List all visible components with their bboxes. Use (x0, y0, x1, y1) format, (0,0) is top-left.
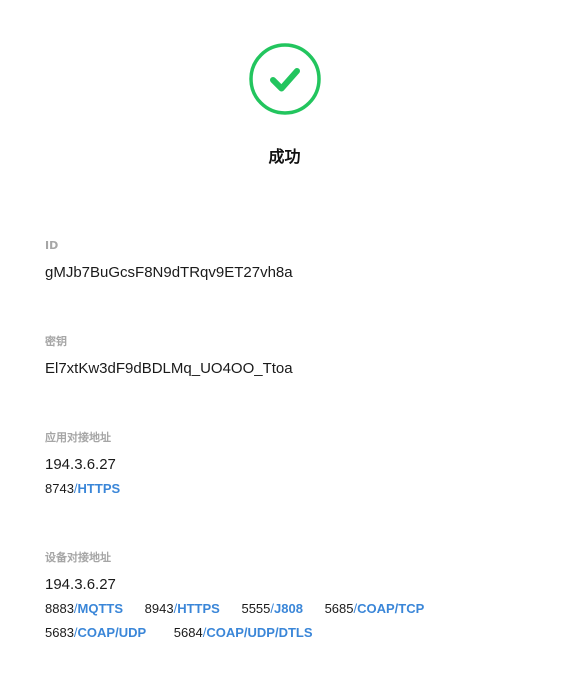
device-port-item: 8943/HTTPS (145, 599, 220, 619)
success-page: 成功 ID gMJb7BuGcsF8N9dTRqv9ET27vh8a 密钥 El… (0, 0, 569, 696)
device-port-item: 5683/COAP/UDP (45, 623, 146, 643)
app-address-label: 应用对接地址 (45, 431, 111, 444)
port-protocol: MQTTS (77, 601, 124, 616)
id-label: ID (45, 239, 59, 252)
app-port-line: 8743/HTTPS (45, 479, 120, 503)
port-number: 5683 (45, 625, 74, 640)
port-protocol: COAP/UDP (77, 625, 147, 640)
app-address-host: 194.3.6.27 (45, 456, 116, 473)
id-field: ID gMJb7BuGcsF8N9dTRqv9ET27vh8a (45, 238, 293, 283)
port-protocol: COAP/UDP/DTLS (206, 625, 313, 640)
device-port-line-2: 5683/COAP/UDP 5684/COAP/UDP/DTLS (45, 623, 424, 647)
check-circle-icon (249, 43, 321, 115)
device-port-item: 5684/COAP/UDP/DTLS (174, 623, 313, 643)
success-title: 成功 (268, 147, 301, 166)
port-protocol: HTTPS (77, 481, 121, 496)
id-value: gMJb7BuGcsF8N9dTRqv9ET27vh8a (45, 264, 293, 281)
device-address-field: 设备对接地址 194.3.6.27 8883/MQTTS 8943/HTTPS … (45, 550, 424, 647)
port-number: 5555 (241, 601, 271, 616)
device-port-item: 5685/COAP/TCP (325, 599, 425, 619)
port-number: 8943 (144, 601, 174, 616)
secret-label: 密钥 (45, 335, 67, 348)
device-address-host: 194.3.6.27 (45, 576, 116, 593)
device-port-list: 8883/MQTTS 8943/HTTPS 5555/J808 5685/COA… (45, 599, 424, 647)
port-protocol: HTTPS (177, 601, 220, 616)
app-address-field: 应用对接地址 194.3.6.27 8743/HTTPS (45, 430, 120, 503)
secret-value: El7xtKw3dF9dBDLMq_UO4OO_Ttoa (45, 360, 293, 377)
secret-field: 密钥 El7xtKw3dF9dBDLMq_UO4OO_Ttoa (45, 334, 293, 379)
port-number: 8883 (45, 601, 74, 616)
port-protocol: COAP/TCP (357, 601, 425, 616)
port-number: 5684 (173, 625, 203, 640)
device-address-label: 设备对接地址 (45, 551, 111, 564)
device-port-item: 5555/J808 (241, 599, 302, 619)
port-protocol: J808 (274, 601, 303, 616)
port-number: 5685 (324, 601, 354, 616)
device-port-line-1: 8883/MQTTS 8943/HTTPS 5555/J808 5685/COA… (45, 599, 424, 623)
port-number: 8743 (45, 481, 74, 496)
app-port-list: 8743/HTTPS (45, 479, 120, 503)
device-port-item: 8883/MQTTS (45, 599, 123, 619)
app-port-item: 8743/HTTPS (45, 479, 120, 499)
